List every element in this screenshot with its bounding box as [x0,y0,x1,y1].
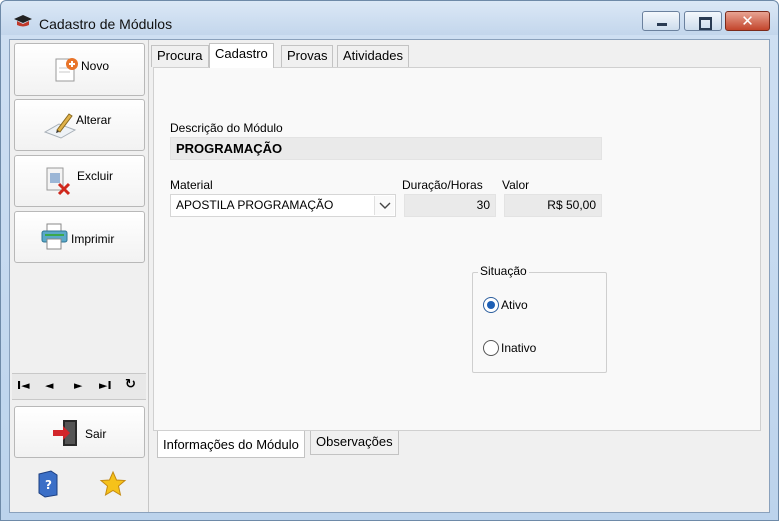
sair-label: Sair [85,427,107,441]
material-value: APOSTILA PROGRAMAÇÃO [176,198,334,212]
sair-button[interactable]: Sair [14,406,145,458]
maximize-icon [685,12,721,30]
app-icon [14,15,32,27]
title-bar[interactable]: Cadastro de Módulos ✕ [1,1,778,35]
edit-icon [43,113,77,139]
imprimir-button[interactable]: Imprimir [14,211,145,263]
chevron-down-icon [379,202,391,209]
nav-first-icon[interactable]: I◄ [17,379,30,392]
tab-informacoes-modulo[interactable]: Informações do Módulo [157,431,305,458]
tab-procura[interactable]: Procura [151,45,209,67]
refresh-icon[interactable]: ↻ [125,377,136,392]
imprimir-label: Imprimir [71,232,115,246]
situacao-group: Situação Ativo Inativo [472,264,607,373]
material-label: Material [170,178,213,192]
excluir-button[interactable]: Excluir [14,155,145,207]
inativo-label[interactable]: Inativo [501,341,536,355]
cadastro-panel: Descrição do Módulo PROGRAMAÇÃO Material… [153,67,761,431]
alterar-label: Alterar [76,113,112,127]
descricao-label: Descrição do Módulo [170,121,283,135]
novo-button[interactable]: Novo [14,43,145,96]
svg-text:?: ? [45,478,52,492]
delete-icon [46,167,71,196]
nav-next-icon[interactable]: ► [74,379,82,392]
close-button[interactable]: ✕ [725,11,770,31]
new-document-icon [55,58,78,82]
inativo-radio[interactable] [483,340,499,356]
descricao-field[interactable]: PROGRAMAÇÃO [170,137,602,160]
material-combobox[interactable]: APOSTILA PROGRAMAÇÃO [170,194,396,217]
close-icon: ✕ [741,12,754,30]
sidebar: Novo Alterar Excluir Imprimir I◄ ◄ ► ►I … [10,40,149,512]
record-navigator: I◄ ◄ ► ►I ↻ [12,373,146,400]
duracao-field[interactable]: 30 [404,194,496,217]
minimize-icon [643,12,679,30]
alterar-button[interactable]: Alterar [14,99,145,151]
tab-observacoes[interactable]: Observações [310,431,399,455]
window-title: Cadastro de Módulos [39,16,173,32]
nav-prev-icon[interactable]: ◄ [45,379,53,392]
excluir-label: Excluir [77,169,114,183]
nav-last-icon[interactable]: ►I [99,379,112,392]
tab-cadastro[interactable]: Cadastro [209,43,274,68]
duracao-label: Duração/Horas [402,178,483,192]
valor-label: Valor [502,178,530,192]
novo-label: Novo [81,59,110,73]
favorite-star-icon[interactable] [99,470,127,498]
exit-door-icon [53,420,77,446]
valor-field[interactable]: R$ 50,00 [504,194,602,217]
material-dropdown-button[interactable] [374,196,394,215]
help-book-icon[interactable]: ? [37,470,59,498]
ativo-label[interactable]: Ativo [501,298,528,312]
client-area: Novo Alterar Excluir Imprimir I◄ ◄ ► ►I … [9,39,770,513]
maximize-button[interactable] [684,11,722,31]
tab-provas[interactable]: Provas [281,45,334,67]
ativo-radio[interactable] [483,297,499,313]
minimize-button[interactable] [642,11,680,31]
situacao-label: Situação [478,264,529,278]
tab-atividades[interactable]: Atividades [337,45,409,67]
main-window: Cadastro de Módulos ✕ Novo Alterar Exclu… [0,0,779,521]
printer-icon [41,223,68,250]
